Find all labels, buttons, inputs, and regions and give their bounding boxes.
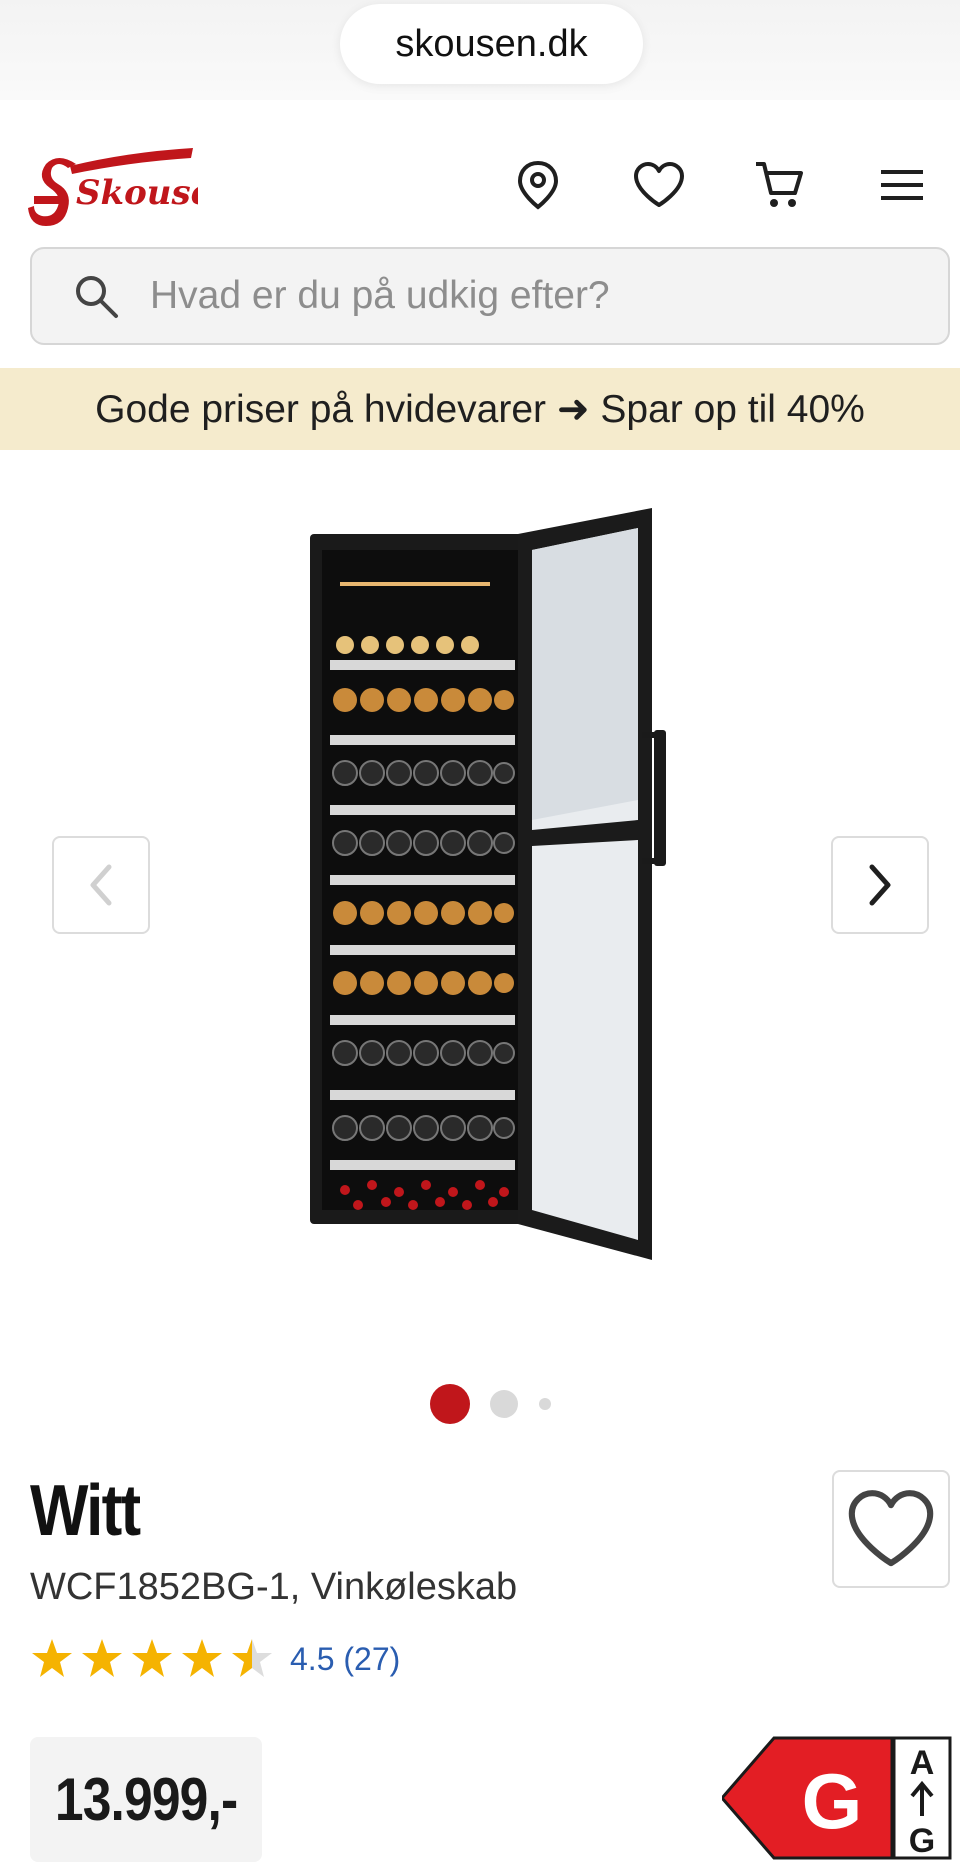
search-input[interactable] xyxy=(148,273,912,319)
energy-scale-bottom: G xyxy=(909,1822,935,1860)
product-image xyxy=(310,508,666,1260)
price-box: 13.999,- xyxy=(30,1737,262,1862)
chevron-left-icon xyxy=(90,864,112,906)
product-brand: Witt xyxy=(30,1471,141,1551)
pagination-dot[interactable] xyxy=(490,1390,518,1418)
product-gallery xyxy=(0,460,960,1310)
pagination-dot[interactable] xyxy=(539,1398,551,1410)
skousen-logo[interactable]: Skousen xyxy=(28,146,237,241)
star-rating-icon xyxy=(32,1639,272,1677)
product-price: 13.999,- xyxy=(54,1766,238,1833)
energy-scale-top: A xyxy=(910,1744,935,1782)
gallery-pagination xyxy=(0,1384,960,1424)
logo-text: Skousen xyxy=(76,173,198,213)
url-bar[interactable]: skousen.dk xyxy=(340,4,643,84)
energy-label[interactable]: G A G xyxy=(720,1736,952,1860)
gallery-prev-button[interactable] xyxy=(52,836,150,934)
product-model: WCF1852BG-1, Vinkøleskab xyxy=(30,1566,518,1608)
promo-text: Gode priser på hvidevarer ➜ Spar op til … xyxy=(95,387,865,431)
menu-icon[interactable] xyxy=(872,155,932,215)
cart-icon[interactable] xyxy=(749,155,809,215)
location-icon[interactable] xyxy=(508,155,568,215)
search-icon xyxy=(66,266,126,326)
chevron-right-icon xyxy=(869,864,891,906)
rating-count-link[interactable]: 4.5 (27) xyxy=(290,1641,400,1678)
promo-banner[interactable]: Gode priser på hvidevarer ➜ Spar op til … xyxy=(0,368,960,450)
search-bar[interactable] xyxy=(30,247,950,345)
heart-icon xyxy=(848,1490,934,1567)
add-to-favorites-button[interactable] xyxy=(832,1470,950,1588)
skousen-logo-mark: Skousen xyxy=(28,148,237,226)
gallery-next-button[interactable] xyxy=(831,836,929,934)
energy-class: G xyxy=(802,1757,863,1845)
product-rating[interactable]: 4.5 (27) xyxy=(30,1634,400,1684)
browser-url-area: skousen.dk xyxy=(0,0,960,100)
pagination-dot-active[interactable] xyxy=(430,1384,470,1424)
heart-icon[interactable] xyxy=(629,155,689,215)
